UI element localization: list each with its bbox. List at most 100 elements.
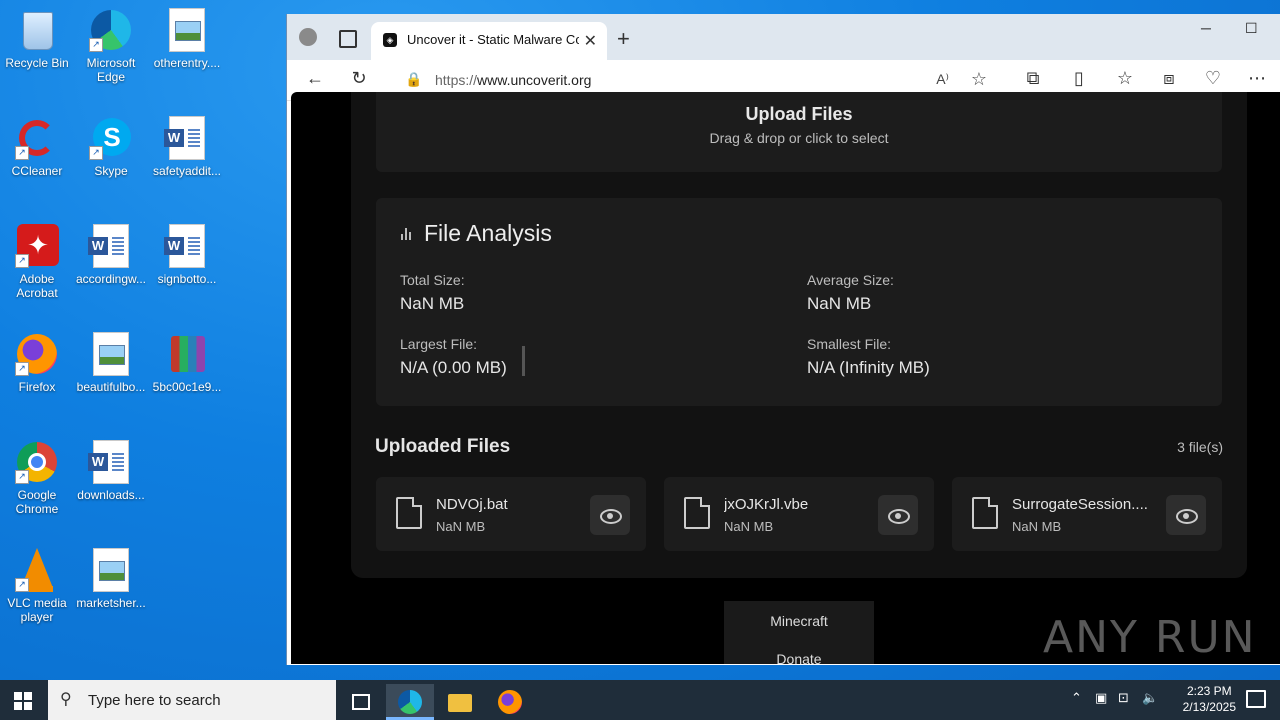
menu-item-donate[interactable]: Donate — [724, 639, 874, 664]
average-size-value: NaN MB — [807, 294, 872, 313]
start-button[interactable] — [14, 692, 32, 710]
file-name: jxOJKrJl.vbe — [724, 496, 809, 513]
desktop-icon-firefox[interactable]: ↗ Firefox — [0, 332, 74, 394]
acrobat-icon: ✦ ↗ — [15, 224, 59, 268]
firefox-icon: ↗ — [15, 332, 59, 376]
desktop-icon-downloads[interactable]: W downloads... — [74, 440, 148, 502]
largest-file-label: Largest File: — [400, 336, 478, 352]
vlc-icon: ↗ — [15, 548, 59, 592]
file-size: NaN MB — [436, 519, 486, 534]
file-card: jxOJKrJl.vbe NaN MB — [664, 477, 934, 551]
minimize-button[interactable]: ─ — [1201, 20, 1211, 36]
desktop-icon-acrobat[interactable]: ✦ ↗ Adobe Acrobat — [0, 224, 74, 300]
desktop-icon-label: safetyaddit... — [152, 164, 222, 178]
desktop-icon-marketsher[interactable]: marketsher... — [74, 548, 148, 610]
file-size: NaN MB — [724, 519, 774, 534]
file-card: NDVOj.bat NaN MB — [376, 477, 646, 551]
chrome-icon: ↗ — [15, 440, 59, 484]
desktop-icon-label: 5bc00c1e9... — [152, 380, 222, 394]
eye-icon — [600, 509, 622, 524]
tab-actions-icon[interactable] — [339, 30, 357, 48]
new-tab-button[interactable]: + — [617, 26, 630, 52]
profile-icon[interactable] — [299, 28, 317, 46]
read-aloud-icon[interactable]: A⁾ — [936, 71, 949, 88]
dropdown-menu: Minecraft Donate — [724, 601, 874, 664]
file-name: SurrogateSession.... — [1012, 496, 1148, 513]
menu-item-minecraft[interactable]: Minecraft — [724, 601, 874, 639]
network-icon[interactable]: ⊡ — [1118, 690, 1129, 706]
desktop-icon-label: otherentry.... — [153, 56, 221, 70]
file-icon — [396, 497, 422, 529]
clock-time: 2:23 PM — [1186, 684, 1232, 698]
desktop-icon-beautifulbo[interactable]: beautifulbo... — [74, 332, 148, 394]
back-arrow-icon[interactable]: ← — [303, 68, 327, 89]
view-file-button[interactable] — [1166, 495, 1206, 535]
largest-file-value: N/A (0.00 MB) — [400, 358, 507, 377]
notifications-icon[interactable] — [1246, 690, 1266, 708]
ccleaner-icon: ↗ — [15, 116, 59, 160]
task-view-icon — [352, 694, 370, 710]
view-file-button[interactable] — [590, 495, 630, 535]
split-screen-icon[interactable]: ▯ — [1067, 68, 1091, 89]
clock[interactable]: 2:23 PM 2/13/2025 — [1183, 683, 1236, 715]
maximize-button[interactable]: ☐ — [1245, 20, 1258, 37]
edge-icon — [398, 690, 422, 714]
desktop-icon-skype[interactable]: S ↗ Skype — [74, 116, 148, 178]
word-file-icon: W — [164, 224, 209, 268]
desktop-icon-label: VLC media player — [7, 596, 67, 624]
upload-dropzone[interactable]: Upload Files Drag & drop or click to sel… — [376, 92, 1222, 172]
desktop-icon-otherentry[interactable]: otherentry.... — [150, 8, 224, 70]
file-analysis-card: File Analysis Total Size: NaN MB Average… — [376, 198, 1222, 406]
desktop-icon-recycle-bin[interactable]: Recycle Bin — [0, 8, 74, 70]
desktop-icon-chrome[interactable]: ↗ Google Chrome — [0, 440, 74, 516]
taskbar-search[interactable]: ⚲ Type here to search — [48, 680, 336, 720]
refresh-icon[interactable]: ↻ — [347, 68, 371, 89]
recycle-bin-icon — [15, 8, 59, 52]
favorites-icon[interactable]: ☆ — [1113, 68, 1137, 89]
task-view-button[interactable] — [336, 684, 384, 720]
taskbar-edge[interactable] — [386, 684, 434, 720]
file-card: SurrogateSession.... NaN MB — [952, 477, 1222, 551]
volume-icon[interactable]: 🔈 — [1142, 690, 1158, 706]
view-file-button[interactable] — [878, 495, 918, 535]
show-hidden-icons-icon[interactable]: ⌃ — [1071, 690, 1082, 706]
bar-chart-icon — [401, 228, 413, 240]
desktop-icon-edge[interactable]: ↗ Microsoft Edge — [74, 8, 148, 84]
word-file-icon: W — [88, 224, 133, 268]
favorite-star-icon[interactable]: ☆ — [971, 69, 987, 90]
desktop-icon-label: downloads... — [77, 488, 145, 502]
collections-icon[interactable]: ⧈ — [1157, 68, 1181, 89]
image-file-icon — [89, 332, 133, 376]
files-count: 3 file(s) — [1177, 439, 1223, 455]
word-file-icon: W — [88, 440, 133, 484]
desktop-icon-safetyaddit[interactable]: W safetyaddit... — [150, 116, 224, 178]
extensions-icon[interactable]: ⧉ — [1021, 68, 1045, 89]
meet-now-icon[interactable]: ▣ — [1095, 690, 1107, 706]
file-icon — [684, 497, 710, 529]
address-bar[interactable]: 🔒 https://www.uncoverit.org A⁾ ☆ — [387, 65, 1001, 95]
browser-essentials-icon[interactable]: ♡ — [1201, 68, 1225, 89]
clock-date: 2/13/2025 — [1182, 700, 1236, 714]
eye-icon — [1176, 509, 1198, 524]
tab-uncoverit[interactable]: ◈ Uncover it - Static Malware Confi ✕ — [371, 22, 607, 60]
desktop-icon-label: Microsoft Edge — [86, 56, 136, 84]
firefox-icon — [498, 690, 522, 714]
desktop-icon-accordingw[interactable]: W accordingw... — [74, 224, 148, 286]
analysis-title: File Analysis — [424, 220, 552, 246]
desktop-icon-5bc00c1e9[interactable]: 5bc00c1e9... — [150, 332, 224, 394]
desktop-icon-signbotto[interactable]: W signbotto... — [150, 224, 224, 286]
desktop-icon-label: Recycle Bin — [5, 56, 69, 70]
more-menu-icon[interactable]: ⋯ — [1245, 68, 1269, 89]
desktop-icon-vlc[interactable]: ↗ VLC media player — [0, 548, 74, 624]
desktop-icon-ccleaner[interactable]: ↗ CCleaner — [0, 116, 74, 178]
search-placeholder: Type here to search — [88, 692, 221, 709]
close-tab-icon[interactable]: ✕ — [584, 31, 597, 51]
desktop-icon-label: beautifulbo... — [76, 380, 146, 394]
taskbar-firefox[interactable] — [486, 684, 534, 720]
page-viewport: Upload Files Drag & drop or click to sel… — [291, 92, 1280, 664]
taskbar-file-explorer[interactable] — [436, 684, 484, 720]
file-icon — [972, 497, 998, 529]
smallest-file-value: N/A (Infinity MB) — [807, 358, 930, 377]
url-text: https://www.uncoverit.org — [435, 72, 592, 88]
uploaded-files-heading: Uploaded Files — [375, 436, 511, 457]
